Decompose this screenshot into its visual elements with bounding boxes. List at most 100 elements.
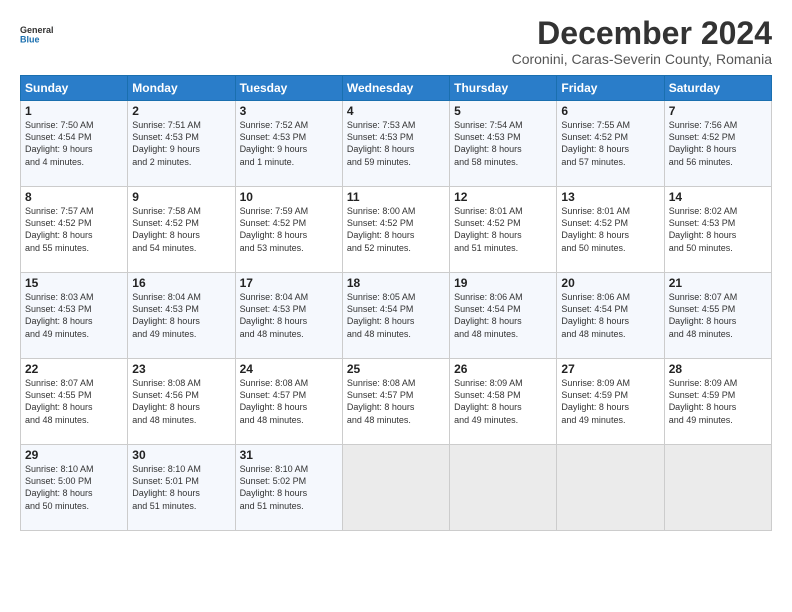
subtitle: Coronini, Caras-Severin County, Romania — [512, 51, 772, 67]
day-number: 3 — [240, 104, 338, 118]
calendar-cell: 3Sunrise: 7:52 AM Sunset: 4:53 PM Daylig… — [235, 101, 342, 187]
calendar-cell: 2Sunrise: 7:51 AM Sunset: 4:53 PM Daylig… — [128, 101, 235, 187]
calendar-cell: 11Sunrise: 8:00 AM Sunset: 4:52 PM Dayli… — [342, 187, 449, 273]
header-day-friday: Friday — [557, 76, 664, 101]
calendar-cell: 18Sunrise: 8:05 AM Sunset: 4:54 PM Dayli… — [342, 273, 449, 359]
calendar-cell — [450, 445, 557, 531]
day-number: 28 — [669, 362, 767, 376]
day-number: 25 — [347, 362, 445, 376]
calendar-cell: 9Sunrise: 7:58 AM Sunset: 4:52 PM Daylig… — [128, 187, 235, 273]
calendar-table: SundayMondayTuesdayWednesdayThursdayFrid… — [20, 75, 772, 531]
day-info: Sunrise: 7:54 AM Sunset: 4:53 PM Dayligh… — [454, 119, 552, 168]
calendar-cell: 8Sunrise: 7:57 AM Sunset: 4:52 PM Daylig… — [21, 187, 128, 273]
day-info: Sunrise: 8:02 AM Sunset: 4:53 PM Dayligh… — [669, 205, 767, 254]
calendar-cell: 29Sunrise: 8:10 AM Sunset: 5:00 PM Dayli… — [21, 445, 128, 531]
day-number: 12 — [454, 190, 552, 204]
calendar-cell: 25Sunrise: 8:08 AM Sunset: 4:57 PM Dayli… — [342, 359, 449, 445]
day-info: Sunrise: 8:07 AM Sunset: 4:55 PM Dayligh… — [25, 377, 123, 426]
day-number: 2 — [132, 104, 230, 118]
day-info: Sunrise: 8:08 AM Sunset: 4:57 PM Dayligh… — [347, 377, 445, 426]
day-number: 17 — [240, 276, 338, 290]
day-info: Sunrise: 7:53 AM Sunset: 4:53 PM Dayligh… — [347, 119, 445, 168]
calendar-cell: 5Sunrise: 7:54 AM Sunset: 4:53 PM Daylig… — [450, 101, 557, 187]
day-number: 29 — [25, 448, 123, 462]
day-number: 14 — [669, 190, 767, 204]
header-day-wednesday: Wednesday — [342, 76, 449, 101]
day-number: 21 — [669, 276, 767, 290]
calendar-cell: 27Sunrise: 8:09 AM Sunset: 4:59 PM Dayli… — [557, 359, 664, 445]
day-info: Sunrise: 8:04 AM Sunset: 4:53 PM Dayligh… — [240, 291, 338, 340]
day-number: 4 — [347, 104, 445, 118]
header-row: SundayMondayTuesdayWednesdayThursdayFrid… — [21, 76, 772, 101]
calendar-cell: 28Sunrise: 8:09 AM Sunset: 4:59 PM Dayli… — [664, 359, 771, 445]
day-info: Sunrise: 7:51 AM Sunset: 4:53 PM Dayligh… — [132, 119, 230, 168]
day-info: Sunrise: 8:09 AM Sunset: 4:59 PM Dayligh… — [561, 377, 659, 426]
day-info: Sunrise: 8:10 AM Sunset: 5:02 PM Dayligh… — [240, 463, 338, 512]
week-row-1: 1Sunrise: 7:50 AM Sunset: 4:54 PM Daylig… — [21, 101, 772, 187]
day-number: 26 — [454, 362, 552, 376]
day-number: 24 — [240, 362, 338, 376]
day-info: Sunrise: 8:09 AM Sunset: 4:58 PM Dayligh… — [454, 377, 552, 426]
calendar-cell — [342, 445, 449, 531]
day-number: 15 — [25, 276, 123, 290]
day-info: Sunrise: 8:09 AM Sunset: 4:59 PM Dayligh… — [669, 377, 767, 426]
day-info: Sunrise: 8:05 AM Sunset: 4:54 PM Dayligh… — [347, 291, 445, 340]
day-number: 11 — [347, 190, 445, 204]
header-day-sunday: Sunday — [21, 76, 128, 101]
day-number: 13 — [561, 190, 659, 204]
svg-text:General: General — [20, 25, 54, 35]
day-info: Sunrise: 7:55 AM Sunset: 4:52 PM Dayligh… — [561, 119, 659, 168]
calendar-cell: 20Sunrise: 8:06 AM Sunset: 4:54 PM Dayli… — [557, 273, 664, 359]
calendar-cell: 26Sunrise: 8:09 AM Sunset: 4:58 PM Dayli… — [450, 359, 557, 445]
day-number: 20 — [561, 276, 659, 290]
day-number: 19 — [454, 276, 552, 290]
day-info: Sunrise: 7:52 AM Sunset: 4:53 PM Dayligh… — [240, 119, 338, 168]
header: General Blue December 2024 Coronini, Car… — [20, 16, 772, 67]
calendar-cell: 17Sunrise: 8:04 AM Sunset: 4:53 PM Dayli… — [235, 273, 342, 359]
day-info: Sunrise: 8:08 AM Sunset: 4:57 PM Dayligh… — [240, 377, 338, 426]
calendar-cell: 13Sunrise: 8:01 AM Sunset: 4:52 PM Dayli… — [557, 187, 664, 273]
day-number: 10 — [240, 190, 338, 204]
day-info: Sunrise: 8:06 AM Sunset: 4:54 PM Dayligh… — [454, 291, 552, 340]
day-info: Sunrise: 8:10 AM Sunset: 5:00 PM Dayligh… — [25, 463, 123, 512]
calendar-cell: 31Sunrise: 8:10 AM Sunset: 5:02 PM Dayli… — [235, 445, 342, 531]
logo: General Blue — [20, 16, 56, 52]
title-block: December 2024 Coronini, Caras-Severin Co… — [512, 16, 772, 67]
svg-text:Blue: Blue — [20, 34, 40, 44]
calendar-cell — [557, 445, 664, 531]
day-number: 1 — [25, 104, 123, 118]
logo-svg: General Blue — [20, 16, 56, 52]
calendar-cell: 4Sunrise: 7:53 AM Sunset: 4:53 PM Daylig… — [342, 101, 449, 187]
day-info: Sunrise: 7:58 AM Sunset: 4:52 PM Dayligh… — [132, 205, 230, 254]
page: General Blue December 2024 Coronini, Car… — [0, 0, 792, 612]
header-day-tuesday: Tuesday — [235, 76, 342, 101]
day-number: 31 — [240, 448, 338, 462]
calendar-cell: 24Sunrise: 8:08 AM Sunset: 4:57 PM Dayli… — [235, 359, 342, 445]
calendar-cell: 21Sunrise: 8:07 AM Sunset: 4:55 PM Dayli… — [664, 273, 771, 359]
calendar-cell: 10Sunrise: 7:59 AM Sunset: 4:52 PM Dayli… — [235, 187, 342, 273]
calendar-cell: 16Sunrise: 8:04 AM Sunset: 4:53 PM Dayli… — [128, 273, 235, 359]
main-title: December 2024 — [512, 16, 772, 51]
calendar-cell: 30Sunrise: 8:10 AM Sunset: 5:01 PM Dayli… — [128, 445, 235, 531]
day-info: Sunrise: 7:50 AM Sunset: 4:54 PM Dayligh… — [25, 119, 123, 168]
calendar-cell: 6Sunrise: 7:55 AM Sunset: 4:52 PM Daylig… — [557, 101, 664, 187]
day-number: 9 — [132, 190, 230, 204]
day-info: Sunrise: 8:01 AM Sunset: 4:52 PM Dayligh… — [561, 205, 659, 254]
header-day-saturday: Saturday — [664, 76, 771, 101]
calendar-cell: 7Sunrise: 7:56 AM Sunset: 4:52 PM Daylig… — [664, 101, 771, 187]
day-info: Sunrise: 8:10 AM Sunset: 5:01 PM Dayligh… — [132, 463, 230, 512]
week-row-2: 8Sunrise: 7:57 AM Sunset: 4:52 PM Daylig… — [21, 187, 772, 273]
calendar-cell: 22Sunrise: 8:07 AM Sunset: 4:55 PM Dayli… — [21, 359, 128, 445]
week-row-5: 29Sunrise: 8:10 AM Sunset: 5:00 PM Dayli… — [21, 445, 772, 531]
day-info: Sunrise: 8:08 AM Sunset: 4:56 PM Dayligh… — [132, 377, 230, 426]
day-info: Sunrise: 8:06 AM Sunset: 4:54 PM Dayligh… — [561, 291, 659, 340]
calendar-cell: 23Sunrise: 8:08 AM Sunset: 4:56 PM Dayli… — [128, 359, 235, 445]
calendar-cell: 15Sunrise: 8:03 AM Sunset: 4:53 PM Dayli… — [21, 273, 128, 359]
header-day-thursday: Thursday — [450, 76, 557, 101]
day-number: 8 — [25, 190, 123, 204]
day-number: 22 — [25, 362, 123, 376]
day-info: Sunrise: 8:00 AM Sunset: 4:52 PM Dayligh… — [347, 205, 445, 254]
day-number: 5 — [454, 104, 552, 118]
day-info: Sunrise: 8:04 AM Sunset: 4:53 PM Dayligh… — [132, 291, 230, 340]
calendar-cell: 14Sunrise: 8:02 AM Sunset: 4:53 PM Dayli… — [664, 187, 771, 273]
